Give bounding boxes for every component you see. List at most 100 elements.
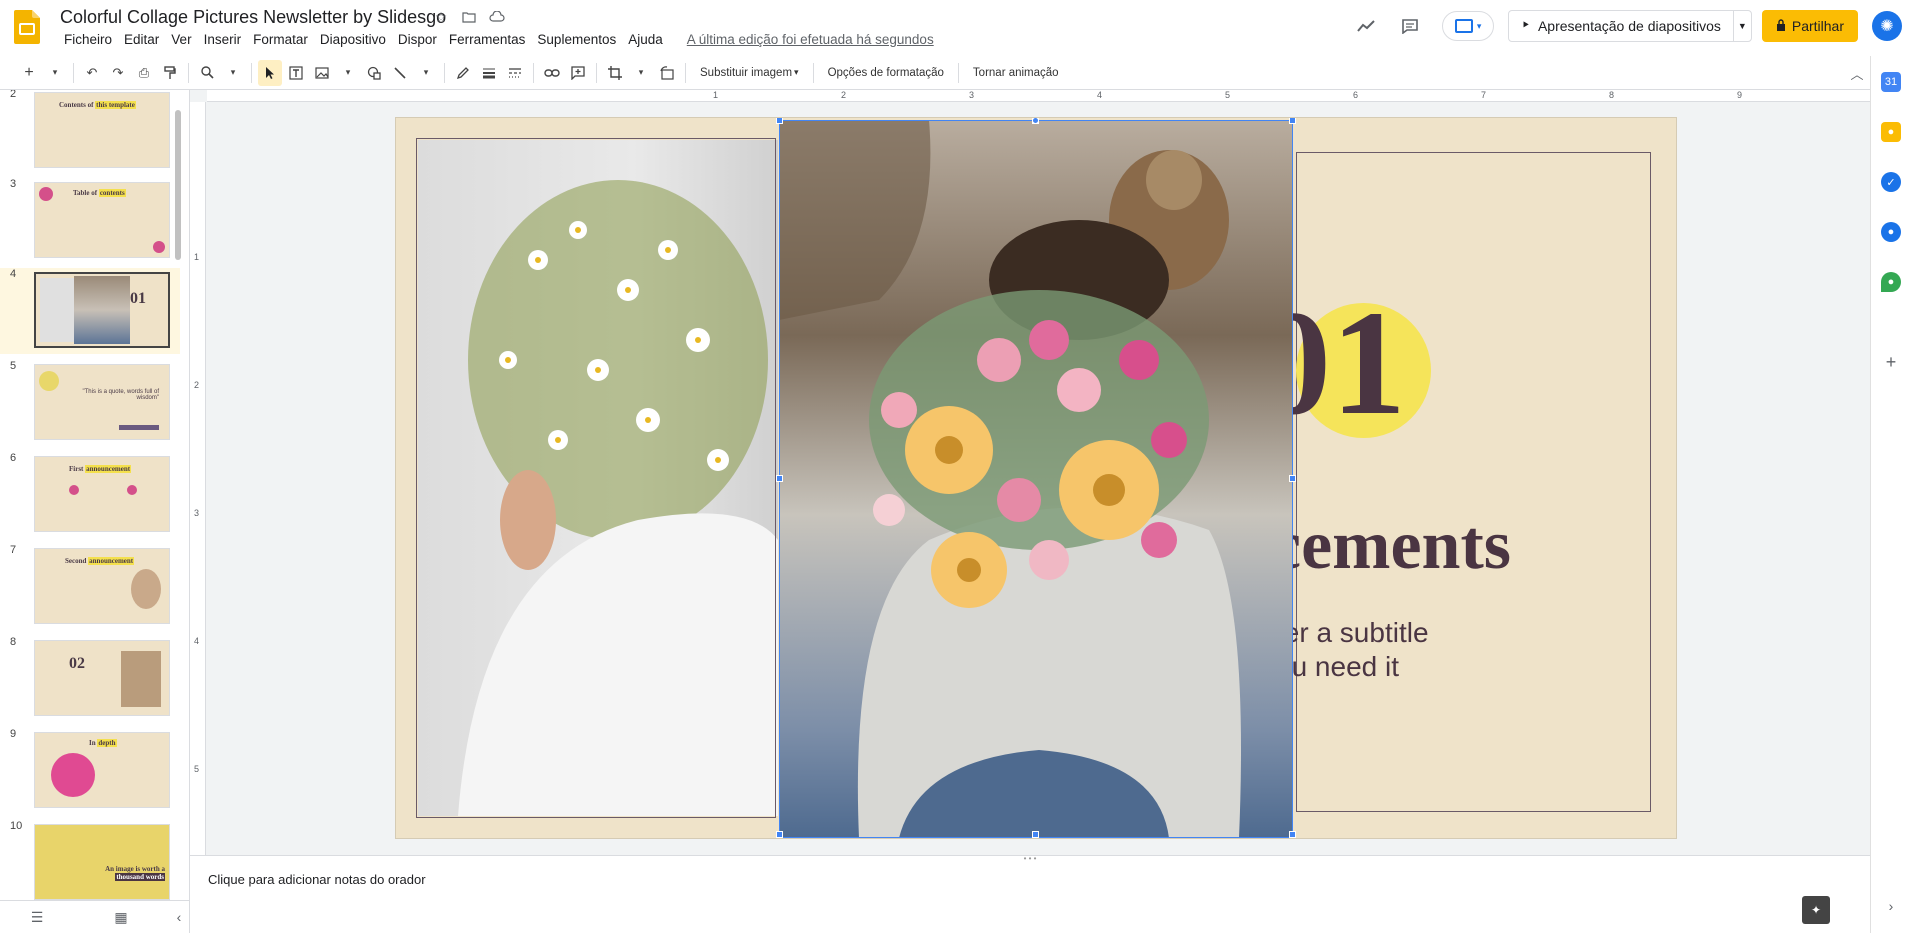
slide-canvas[interactable]: 01 cements ter a subtitle ou need it <box>396 118 1676 838</box>
slide-thumbnail[interactable]: Table of contents <box>34 182 170 258</box>
filmstrip-slide-2[interactable]: 2 Contents of this template <box>0 90 180 174</box>
slide-subtitle[interactable]: ter a subtitle ou need it <box>1276 616 1429 684</box>
ruler-mark: 1 <box>194 252 200 262</box>
reset-image-icon[interactable] <box>655 60 679 86</box>
select-cursor-icon[interactable] <box>258 59 282 86</box>
filmstrip-slide-6[interactable]: 6 First announcement <box>0 452 180 538</box>
image-chevron-icon[interactable]: ▾ <box>336 60 360 86</box>
explore-assist-icon[interactable]: ✦ <box>1802 896 1830 924</box>
add-addon-icon[interactable]: + <box>1881 352 1901 372</box>
horizontal-ruler[interactable]: 1 2 3 4 5 6 7 8 9 <box>207 90 1870 102</box>
filmstrip-slide-4[interactable]: 4 01 <box>0 268 180 354</box>
slide-thumbnail[interactable]: Second announcement <box>34 548 170 624</box>
avatar[interactable]: ✺ <box>1872 11 1902 41</box>
text-box-icon[interactable] <box>284 60 308 86</box>
tasks-icon[interactable]: ✓ <box>1881 172 1901 192</box>
contacts-icon[interactable]: ● <box>1881 222 1901 242</box>
crop-icon[interactable] <box>603 60 627 86</box>
replace-image-button[interactable]: Substituir imagem ▾ <box>692 60 807 86</box>
menu-edit[interactable]: Editar <box>118 32 165 47</box>
resize-handle-top-left[interactable] <box>776 118 783 124</box>
new-slide-button[interactable]: + <box>17 60 41 86</box>
slide-thumbnail[interactable]: An image is worth a thousand words <box>34 824 170 900</box>
filmstrip-view-icon[interactable]: ☰ <box>28 909 46 925</box>
border-dash-icon[interactable] <box>503 60 527 86</box>
menu-tools[interactable]: Ferramentas <box>443 32 532 47</box>
resize-handle-right[interactable] <box>1289 475 1296 482</box>
collapse-toolbar-icon[interactable]: ︿ <box>1846 62 1868 84</box>
document-title[interactable]: Colorful Collage Pictures Newsletter by … <box>60 7 446 28</box>
mask-image-chevron-icon[interactable]: ▾ <box>629 60 653 86</box>
resize-handle-bottom-right[interactable] <box>1289 831 1296 838</box>
slide-thumbnail[interactable]: 01 <box>34 272 170 348</box>
resize-handle-top-right[interactable] <box>1289 118 1296 124</box>
menu-file[interactable]: Ficheiro <box>58 32 118 47</box>
resize-handle-bottom-left[interactable] <box>776 831 783 838</box>
cloud-status-icon[interactable] <box>488 8 506 26</box>
flower-decoration <box>153 241 165 253</box>
slides-logo-icon[interactable] <box>14 10 40 44</box>
zoom-icon[interactable] <box>195 60 219 86</box>
insert-image-icon[interactable] <box>310 60 334 86</box>
speaker-notes[interactable]: • • • Clique para adicionar notas do ora… <box>190 855 1870 933</box>
slide-thumbnail[interactable]: In depth <box>34 732 170 808</box>
filmstrip-slide-10[interactable]: 10 An image is worth a thousand words <box>0 820 180 900</box>
filmstrip-slide-3[interactable]: 3 Table of contents <box>0 178 180 264</box>
resize-handle-bottom[interactable] <box>1032 831 1039 838</box>
menu-insert[interactable]: Inserir <box>198 32 248 47</box>
border-color-icon[interactable] <box>451 60 475 86</box>
slide-thumbnail[interactable]: 02 <box>34 640 170 716</box>
shape-icon[interactable] <box>362 60 386 86</box>
maps-icon[interactable]: ● <box>1881 272 1901 292</box>
menu-view[interactable]: Ver <box>165 32 197 47</box>
slide-title[interactable]: cements <box>1270 506 1511 586</box>
menu-format[interactable]: Formatar <box>247 32 314 47</box>
line-chevron-icon[interactable]: ▾ <box>414 60 438 86</box>
slide-thumbnail[interactable]: First announcement <box>34 456 170 532</box>
vertical-ruler[interactable]: 1 2 3 4 5 <box>190 102 206 855</box>
paint-format-icon[interactable] <box>158 60 182 86</box>
slide-thumbnail[interactable]: Contents of this template <box>34 92 170 168</box>
menu-arrange[interactable]: Dispor <box>392 32 443 47</box>
border-weight-icon[interactable] <box>477 60 501 86</box>
collapse-filmstrip-icon[interactable]: ‹ <box>170 909 188 925</box>
new-slide-layout-chevron-icon[interactable]: ▾ <box>43 60 67 86</box>
add-comment-icon[interactable] <box>566 60 590 86</box>
animate-button[interactable]: Tornar animação <box>965 60 1067 86</box>
slide-thumbnail[interactable]: "This is a quote, words full of wisdom" <box>34 364 170 440</box>
notes-resize-handle[interactable]: • • • <box>1020 855 1040 863</box>
activity-trend-icon[interactable] <box>1348 8 1384 44</box>
resize-handle-left[interactable] <box>776 475 783 482</box>
flower-bouquet-photo[interactable] <box>779 120 1293 838</box>
filmstrip-slide-8[interactable]: 8 02 <box>0 636 180 722</box>
move-folder-icon[interactable] <box>460 8 478 26</box>
filmstrip-scrollbar[interactable] <box>175 110 181 260</box>
print-icon[interactable]: ⎙ <box>132 60 156 86</box>
line-icon[interactable] <box>388 60 412 86</box>
last-edit-link[interactable]: A última edição foi efetuada há segundos <box>687 32 934 47</box>
menu-slide[interactable]: Diapositivo <box>314 32 392 47</box>
keep-icon[interactable]: ● <box>1881 122 1901 142</box>
comments-icon[interactable] <box>1392 8 1428 44</box>
slideshow-main[interactable]: ⯈ Apresentação de diapositivos <box>1509 11 1733 41</box>
filmstrip-slide-5[interactable]: 5 "This is a quote, words full of wisdom… <box>0 360 180 446</box>
notes-placeholder[interactable]: Clique para adicionar notas do orador <box>208 872 426 887</box>
left-frame <box>416 138 776 818</box>
present-meeting-button[interactable]: ▾ <box>1442 11 1495 41</box>
share-button[interactable]: Partilhar <box>1761 10 1858 42</box>
star-icon[interactable]: ☆ <box>432 8 450 26</box>
menu-help[interactable]: Ajuda <box>622 32 669 47</box>
undo-icon[interactable]: ↶ <box>80 60 104 86</box>
calendar-icon[interactable]: 31 <box>1881 72 1901 92</box>
slideshow-dropdown-icon[interactable]: ▼ <box>1732 11 1751 41</box>
redo-icon[interactable]: ↷ <box>106 60 130 86</box>
insert-link-icon[interactable] <box>540 60 564 86</box>
filmstrip-slide-7[interactable]: 7 Second announcement <box>0 544 180 630</box>
format-options-button[interactable]: Opções de formatação <box>820 60 952 86</box>
grid-view-icon[interactable]: ▦ <box>112 909 130 925</box>
menu-addons[interactable]: Suplementos <box>531 32 622 47</box>
filmstrip-slide-9[interactable]: 9 In depth <box>0 728 180 814</box>
slideshow-button[interactable]: ⯈ Apresentação de diapositivos ▼ <box>1508 10 1752 42</box>
zoom-chevron-icon[interactable]: ▾ <box>221 60 245 86</box>
expand-side-panel-icon[interactable]: › <box>1881 896 1901 916</box>
